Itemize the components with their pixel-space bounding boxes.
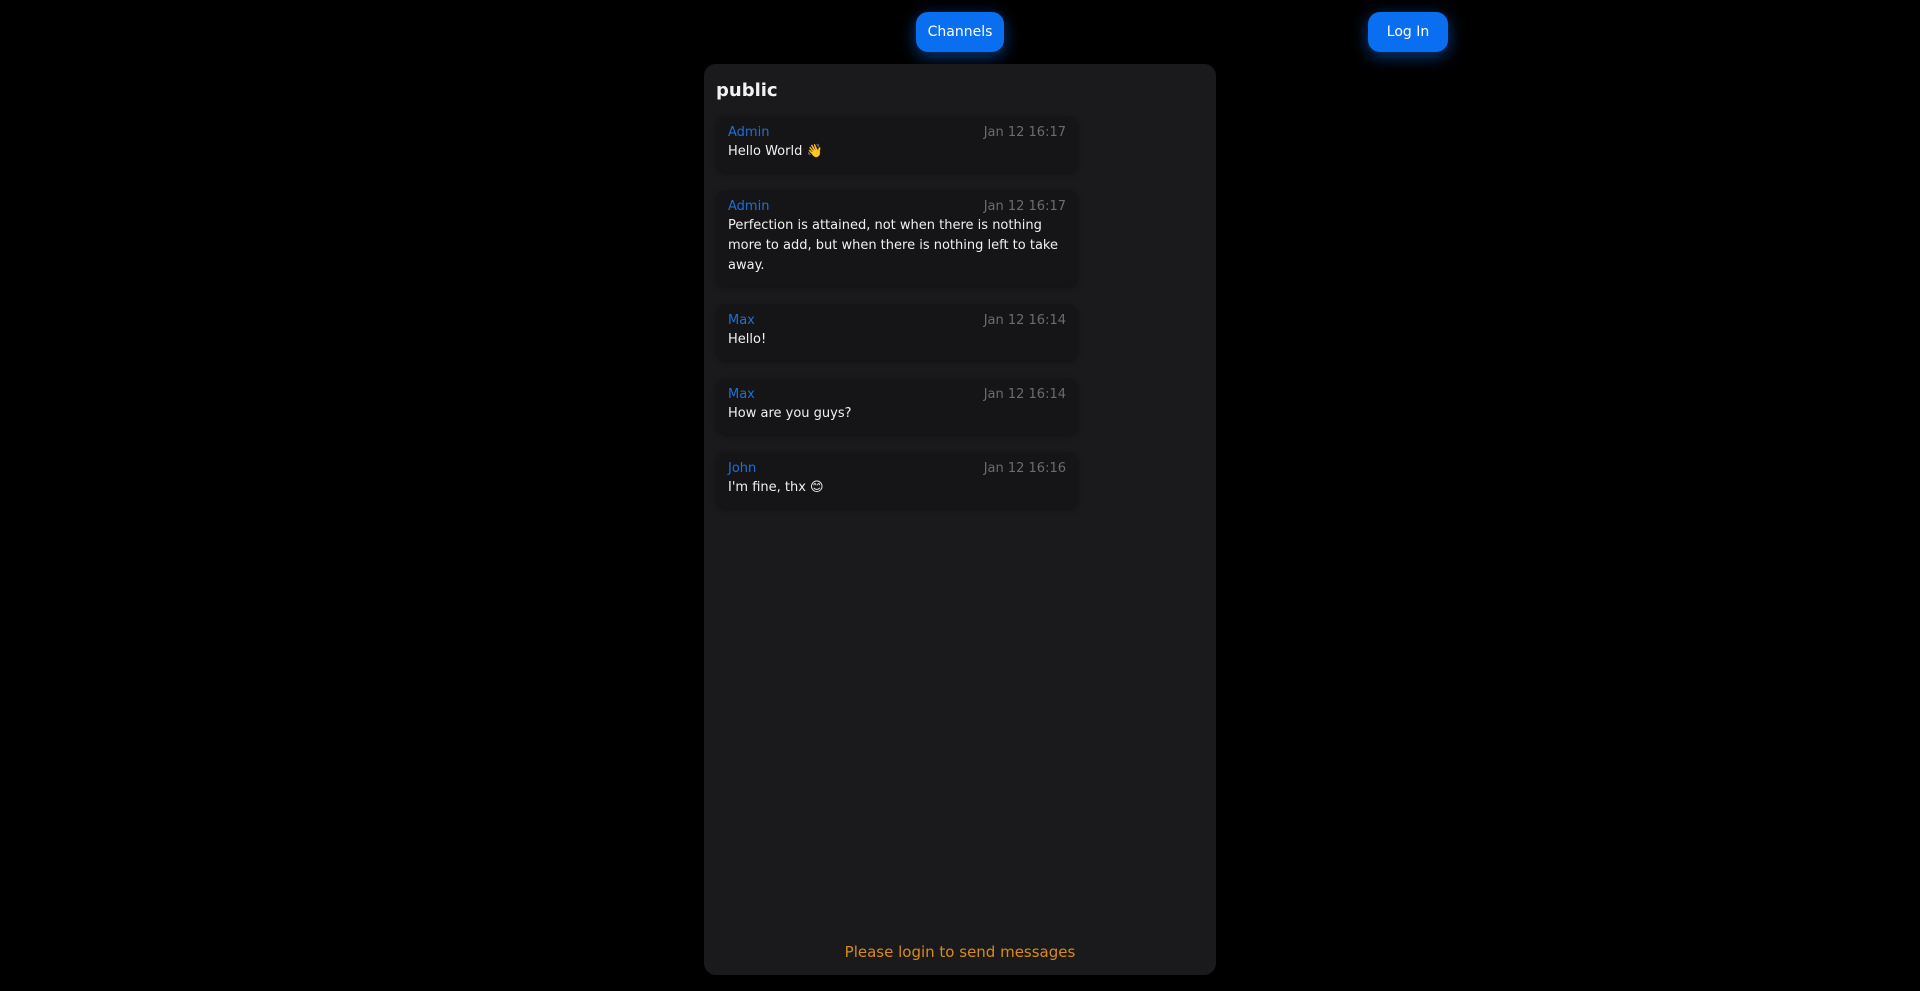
- message-header: Max Jan 12 16:14: [728, 388, 1066, 402]
- message-timestamp: Jan 12 16:17: [983, 125, 1066, 140]
- message-header: John Jan 12 16:16: [728, 462, 1066, 476]
- message-author[interactable]: Admin: [728, 200, 769, 214]
- message-item: Admin Jan 12 16:17 Perfection is attaine…: [716, 190, 1078, 286]
- message-author[interactable]: John: [728, 462, 756, 476]
- message-author[interactable]: Max: [728, 388, 755, 402]
- channels-button[interactable]: Channels: [916, 12, 1004, 52]
- top-bar: Channels Log In: [0, 0, 1920, 60]
- message-text: Hello!: [728, 332, 767, 347]
- message-header: Max Jan 12 16:14: [728, 314, 1066, 328]
- message-timestamp: Jan 12 16:17: [983, 199, 1066, 214]
- message-item: Max Jan 12 16:14 How are you guys?: [716, 378, 1078, 434]
- message-timestamp: Jan 12 16:16: [983, 461, 1066, 476]
- message-text: Perfection is attained, not when there i…: [728, 218, 1058, 273]
- message-header: Admin Jan 12 16:17: [728, 200, 1066, 214]
- message-author[interactable]: Admin: [728, 126, 769, 140]
- message-item: Max Jan 12 16:14 Hello!: [716, 304, 1078, 360]
- channel-title: public: [716, 80, 778, 101]
- login-prompt: Please login to send messages: [844, 943, 1076, 961]
- message-author[interactable]: Max: [728, 314, 755, 328]
- message-text: Hello World 👋: [728, 144, 823, 159]
- message-list[interactable]: Admin Jan 12 16:17 Hello World 👋 Admin J…: [716, 116, 1078, 526]
- message-item: Admin Jan 12 16:17 Hello World 👋: [716, 116, 1078, 172]
- message-text: How are you guys?: [728, 406, 852, 421]
- chat-panel: public Admin Jan 12 16:17 Hello World 👋 …: [704, 64, 1216, 975]
- message-text: I'm fine, thx 😊: [728, 480, 824, 495]
- message-timestamp: Jan 12 16:14: [983, 313, 1066, 328]
- message-header: Admin Jan 12 16:17: [728, 126, 1066, 140]
- message-timestamp: Jan 12 16:14: [983, 387, 1066, 402]
- login-button[interactable]: Log In: [1368, 12, 1448, 52]
- message-item: John Jan 12 16:16 I'm fine, thx 😊: [716, 452, 1078, 508]
